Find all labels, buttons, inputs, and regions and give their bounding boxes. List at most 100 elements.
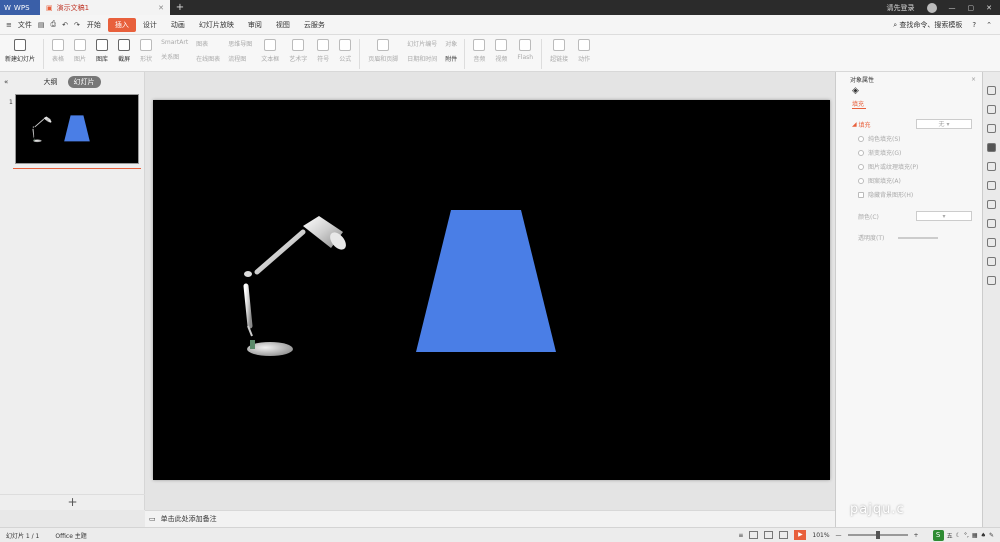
hide-background-checkbox[interactable]: 隐藏背景图形(H) — [858, 190, 982, 199]
action-button[interactable]: 动作 — [578, 39, 590, 63]
solid-fill-option[interactable]: 纯色填充(S) — [858, 134, 982, 143]
chart-button[interactable]: 图表 — [196, 39, 220, 48]
transparency-slider[interactable] — [898, 236, 939, 239]
app-tab[interactable]: W WPS — [0, 0, 40, 15]
fill-bucket-icon[interactable]: ◈ — [852, 86, 982, 96]
template-icon[interactable] — [987, 200, 996, 209]
login-link[interactable]: 请先登录 — [887, 3, 915, 13]
tab-insert[interactable]: 插入 — [107, 17, 136, 32]
tab-slides[interactable]: 幻灯片 — [67, 76, 101, 88]
datetime-button[interactable]: 日期和时间 — [407, 54, 437, 63]
slide-canvas[interactable] — [153, 100, 830, 480]
menu-icon[interactable]: ≡ — [6, 21, 12, 29]
zoom-level[interactable]: 101% — [812, 532, 829, 539]
notes-bar[interactable]: ▭ 单击此处添加备注 — [145, 510, 835, 527]
relation-button[interactable]: 关系图 — [161, 52, 188, 61]
header-footer-button[interactable]: 页眉和页脚 — [368, 39, 398, 63]
screenshot-button[interactable]: 截屏 — [118, 39, 130, 63]
document-tab[interactable]: ▣ 演示文稿1 ✕ — [40, 0, 170, 15]
save-icon[interactable]: ▤ — [38, 21, 45, 29]
history-icon[interactable] — [987, 238, 996, 247]
attachment-button[interactable]: 附件 — [445, 54, 457, 63]
add-slide-button[interactable]: + — [0, 494, 145, 510]
properties-icon[interactable] — [987, 143, 996, 152]
undo-icon[interactable]: ↶ — [62, 21, 68, 29]
minimize-button[interactable]: — — [949, 4, 956, 12]
collapse-ribbon-icon[interactable]: ⌃ — [986, 21, 992, 29]
normal-view-button[interactable] — [749, 531, 759, 539]
tab-animation[interactable]: 动画 — [164, 18, 192, 32]
tab-review[interactable]: 审阅 — [241, 18, 269, 32]
close-window-button[interactable]: ✕ — [986, 4, 992, 12]
smartart-button[interactable]: SmartArt — [161, 39, 188, 46]
audio-button[interactable]: 音频 — [473, 39, 485, 63]
layout-icon[interactable] — [987, 162, 996, 171]
sorter-view-button[interactable] — [764, 531, 774, 539]
flash-button[interactable]: Flash — [517, 39, 533, 61]
tab-cloud[interactable]: 云服务 — [297, 18, 332, 32]
picture-fill-option[interactable]: 图片或纹理填充(P) — [858, 162, 982, 171]
tab-outline[interactable]: 大纲 — [44, 77, 58, 87]
video-button[interactable]: 视频 — [495, 39, 507, 63]
share-icon[interactable] — [987, 219, 996, 228]
trapezoid-shape[interactable] — [416, 210, 556, 352]
tab-fill[interactable]: 填充 — [852, 99, 982, 108]
help-icon[interactable]: ? — [972, 21, 976, 29]
object-button[interactable]: 对象 — [445, 39, 457, 48]
wordart-button[interactable]: 艺术字 — [289, 39, 307, 63]
close-pane-icon[interactable]: × — [971, 76, 976, 83]
gallery-button[interactable]: 图库 — [96, 39, 108, 63]
slide-number-button[interactable]: 幻灯片编号 — [407, 39, 437, 48]
zoom-slider[interactable] — [847, 531, 908, 539]
star-icon[interactable] — [987, 181, 996, 190]
home-icon[interactable] — [987, 86, 996, 95]
collapse-pane-icon[interactable]: « — [4, 78, 8, 86]
gradient-fill-option[interactable]: 渐变填充(G) — [858, 148, 982, 157]
shirt-icon[interactable]: ♠ — [981, 532, 986, 539]
slide-thumbnail[interactable] — [15, 94, 139, 164]
online-chart-button[interactable]: 在线图表 — [196, 54, 220, 63]
slideshow-play-button[interactable]: ▶ — [794, 530, 807, 540]
punctuation-icon[interactable]: °, — [964, 532, 969, 539]
help-icon[interactable] — [987, 257, 996, 266]
picture-button[interactable]: 图片 — [74, 39, 86, 63]
tab-design[interactable]: 设计 — [136, 18, 164, 32]
color-dropdown[interactable]: ▾ — [916, 211, 972, 221]
notes-toggle-icon[interactable]: ≡ — [738, 532, 743, 539]
fill-section[interactable]: ◢ 填充 无 ▾ — [852, 119, 982, 129]
table-button[interactable]: 表格 — [52, 39, 64, 63]
close-tab-icon[interactable]: ✕ — [158, 4, 164, 12]
tab-slideshow[interactable]: 幻灯片放映 — [192, 18, 241, 32]
desk-lamp-image[interactable] — [244, 216, 349, 356]
ime-mode[interactable]: 五 — [947, 531, 953, 540]
zoom-out-button[interactable]: — — [836, 532, 842, 539]
avatar[interactable] — [926, 2, 937, 13]
tab-view[interactable]: 视图 — [269, 18, 297, 32]
magic-icon[interactable] — [987, 124, 996, 133]
flowchart-button[interactable]: 流程图 — [228, 54, 252, 63]
mindmap-button[interactable]: 思维导图 — [228, 39, 252, 48]
symbol-button[interactable]: 符号 — [317, 39, 329, 63]
command-search[interactable]: ⌕ 查找命令、搜索模板 — [893, 20, 962, 30]
new-tab-button[interactable]: + — [170, 2, 190, 13]
textbox-button[interactable]: 文本框 — [261, 39, 279, 63]
fill-dropdown[interactable]: 无 ▾ — [916, 119, 972, 129]
maximize-button[interactable]: ▢ — [968, 4, 975, 12]
tab-start[interactable]: 开始 — [80, 18, 108, 32]
file-menu[interactable]: 文件 — [18, 20, 32, 30]
moon-icon[interactable]: ☾ — [956, 532, 961, 539]
hyperlink-button[interactable]: 超链接 — [550, 39, 568, 63]
grid-icon[interactable] — [987, 276, 996, 285]
sogou-ime-icon[interactable]: S — [932, 529, 944, 541]
keyboard-icon[interactable]: ▦ — [972, 532, 978, 539]
reading-view-button[interactable] — [779, 531, 789, 539]
formula-button[interactable]: 公式 — [339, 39, 351, 63]
pattern-fill-option[interactable]: 图案填充(A) — [858, 176, 982, 185]
zoom-in-button[interactable]: + — [914, 532, 919, 539]
copy-icon[interactable] — [987, 105, 996, 114]
print-icon[interactable]: ⎙ — [51, 20, 57, 29]
wrench-icon[interactable]: ✎ — [989, 532, 994, 539]
new-slide-button[interactable]: 新建幻灯片 — [5, 39, 35, 63]
shape-button[interactable]: 形状 — [140, 39, 152, 63]
zoom-slider-knob[interactable] — [875, 531, 880, 539]
